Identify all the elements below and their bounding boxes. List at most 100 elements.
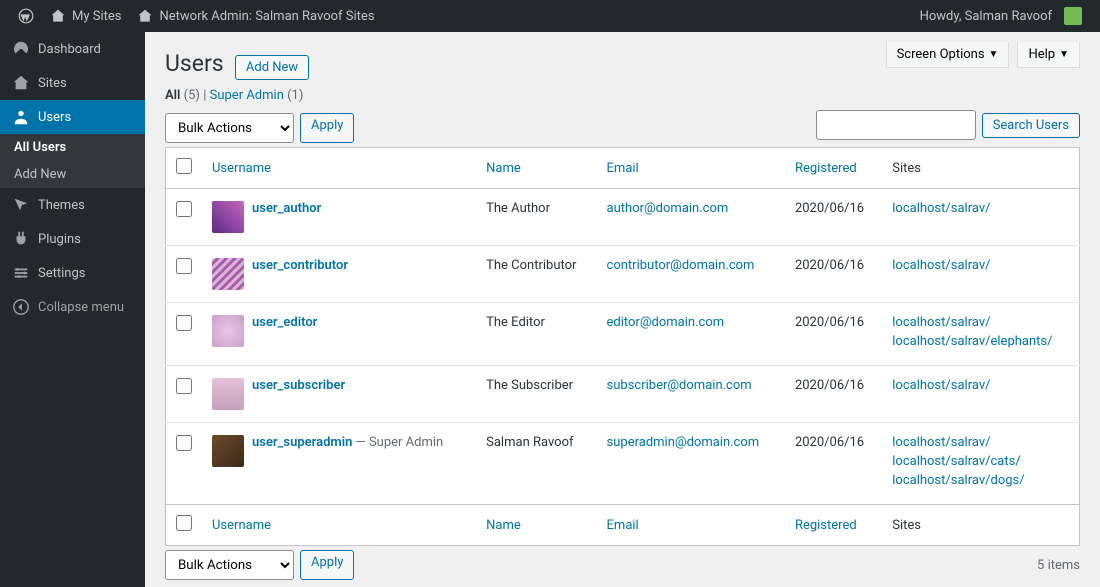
site-name-label: Network Admin: Salman Ravoof Sites bbox=[159, 9, 374, 24]
themes-icon bbox=[12, 196, 30, 214]
col-sites: Sites bbox=[882, 148, 1079, 189]
user-badge: — Super Admin bbox=[352, 435, 443, 450]
sidebar-item-plugins[interactable]: Plugins bbox=[0, 222, 145, 256]
collapse-menu[interactable]: Collapse menu bbox=[0, 290, 145, 324]
sidebar-item-label: Sites bbox=[38, 76, 67, 91]
col-username[interactable]: Username bbox=[212, 161, 271, 176]
admin-sidebar: Dashboard Sites Users All Users Add New … bbox=[0, 32, 145, 587]
row-checkbox[interactable] bbox=[176, 378, 192, 394]
screen-options-button[interactable]: Screen Options ▼ bbox=[886, 42, 1010, 68]
site-link[interactable]: localhost/salrav/ bbox=[892, 201, 1069, 216]
add-new-button[interactable]: Add New bbox=[235, 55, 309, 80]
registered-cell: 2020/06/16 bbox=[785, 303, 882, 366]
email-link[interactable]: editor@domain.com bbox=[607, 315, 725, 330]
site-name-link[interactable]: Network Admin: Salman Ravoof Sites bbox=[129, 0, 382, 32]
registered-cell: 2020/06/16 bbox=[785, 423, 882, 505]
name-cell: Salman Ravoof bbox=[476, 423, 596, 505]
sites-cell: localhost/salrav/localhost/salrav/elepha… bbox=[882, 303, 1079, 366]
my-sites-link[interactable]: My Sites bbox=[42, 0, 129, 32]
col-registered[interactable]: Registered bbox=[795, 518, 857, 533]
admin-bar: My Sites Network Admin: Salman Ravoof Si… bbox=[0, 0, 1100, 32]
page-title: Users bbox=[165, 50, 224, 77]
help-label: Help bbox=[1028, 47, 1055, 62]
username-link[interactable]: user_contributor bbox=[252, 258, 348, 273]
filter-links: All (5) | Super Admin (1) bbox=[165, 88, 1080, 103]
col-sites: Sites bbox=[882, 505, 1079, 546]
username-link[interactable]: user_author bbox=[252, 201, 321, 216]
sites-cell: localhost/salrav/ bbox=[882, 366, 1079, 423]
sites-cell: localhost/salrav/ bbox=[882, 189, 1079, 246]
items-count-bottom: 5 items bbox=[1037, 558, 1080, 573]
sidebar-subitem-all-users[interactable]: All Users bbox=[0, 134, 145, 161]
col-email[interactable]: Email bbox=[607, 518, 639, 533]
col-name[interactable]: Name bbox=[486, 518, 521, 533]
site-link[interactable]: localhost/salrav/ bbox=[892, 315, 1069, 330]
name-cell: The Subscriber bbox=[476, 366, 596, 423]
site-link[interactable]: localhost/salrav/dogs/ bbox=[892, 473, 1069, 488]
site-link[interactable]: localhost/salrav/ bbox=[892, 258, 1069, 273]
filter-super-admin[interactable]: Super Admin bbox=[210, 88, 284, 103]
email-link[interactable]: superadmin@domain.com bbox=[607, 435, 760, 450]
sidebar-item-label: Settings bbox=[38, 266, 85, 281]
filter-all-label[interactable]: All bbox=[165, 88, 180, 103]
select-all-top[interactable] bbox=[176, 158, 192, 174]
sidebar-item-label: Themes bbox=[38, 198, 85, 213]
username-link[interactable]: user_editor bbox=[252, 315, 317, 330]
col-email[interactable]: Email bbox=[607, 161, 639, 176]
avatar bbox=[212, 435, 244, 467]
wordpress-icon bbox=[18, 8, 34, 24]
site-link[interactable]: localhost/salrav/cats/ bbox=[892, 454, 1069, 469]
sidebar-item-settings[interactable]: Settings bbox=[0, 256, 145, 290]
bulk-actions-select[interactable]: Bulk Actions bbox=[165, 113, 294, 143]
sidebar-item-dashboard[interactable]: Dashboard bbox=[0, 32, 145, 66]
sidebar-item-themes[interactable]: Themes bbox=[0, 188, 145, 222]
row-checkbox[interactable] bbox=[176, 258, 192, 274]
my-sites-label: My Sites bbox=[72, 9, 121, 24]
site-link[interactable]: localhost/salrav/ bbox=[892, 378, 1069, 393]
settings-icon bbox=[12, 264, 30, 282]
collapse-icon bbox=[12, 298, 30, 316]
sidebar-submenu-users: All Users Add New bbox=[0, 134, 145, 188]
email-link[interactable]: contributor@domain.com bbox=[607, 258, 755, 273]
sidebar-item-sites[interactable]: Sites bbox=[0, 66, 145, 100]
apply-button-bottom[interactable]: Apply bbox=[300, 550, 354, 580]
sidebar-item-label: Dashboard bbox=[38, 42, 101, 57]
search-box: Search Users bbox=[816, 110, 1080, 140]
sidebar-item-users[interactable]: Users bbox=[0, 100, 145, 134]
email-link[interactable]: author@domain.com bbox=[607, 201, 729, 216]
help-button[interactable]: Help ▼ bbox=[1017, 42, 1080, 68]
row-checkbox[interactable] bbox=[176, 315, 192, 331]
registered-cell: 2020/06/16 bbox=[785, 246, 882, 303]
registered-cell: 2020/06/16 bbox=[785, 366, 882, 423]
site-link[interactable]: localhost/salrav/ bbox=[892, 435, 1069, 450]
howdy-label: Howdy, Salman Ravoof bbox=[920, 9, 1052, 24]
search-users-button[interactable]: Search Users bbox=[982, 113, 1080, 138]
username-link[interactable]: user_superadmin bbox=[252, 435, 352, 450]
row-checkbox[interactable] bbox=[176, 201, 192, 217]
plugins-icon bbox=[12, 230, 30, 248]
sites-cell: localhost/salrav/ bbox=[882, 246, 1079, 303]
col-registered[interactable]: Registered bbox=[795, 161, 857, 176]
collapse-label: Collapse menu bbox=[38, 300, 124, 315]
avatar bbox=[212, 201, 244, 233]
howdy-link[interactable]: Howdy, Salman Ravoof bbox=[912, 0, 1090, 32]
house-icon bbox=[50, 8, 66, 24]
bulk-actions-select-bottom[interactable]: Bulk Actions bbox=[165, 550, 294, 580]
sidebar-subitem-add-new[interactable]: Add New bbox=[0, 161, 145, 188]
select-all-bottom[interactable] bbox=[176, 515, 192, 531]
col-name[interactable]: Name bbox=[486, 161, 521, 176]
avatar bbox=[212, 378, 244, 410]
house-icon bbox=[137, 8, 153, 24]
site-link[interactable]: localhost/salrav/elephants/ bbox=[892, 334, 1069, 349]
email-link[interactable]: subscriber@domain.com bbox=[607, 378, 752, 393]
col-username[interactable]: Username bbox=[212, 518, 271, 533]
row-checkbox[interactable] bbox=[176, 435, 192, 451]
wp-logo[interactable] bbox=[10, 0, 42, 32]
apply-button-top[interactable]: Apply bbox=[300, 113, 354, 143]
table-row: user_editor The Editor editor@domain.com… bbox=[166, 303, 1080, 366]
table-row: user_subscriber The Subscriber subscribe… bbox=[166, 366, 1080, 423]
search-input[interactable] bbox=[816, 110, 976, 140]
main-content: Screen Options ▼ Help ▼ Users Add New Al… bbox=[145, 32, 1100, 587]
table-row: user_contributor The Contributor contrib… bbox=[166, 246, 1080, 303]
username-link[interactable]: user_subscriber bbox=[252, 378, 345, 393]
